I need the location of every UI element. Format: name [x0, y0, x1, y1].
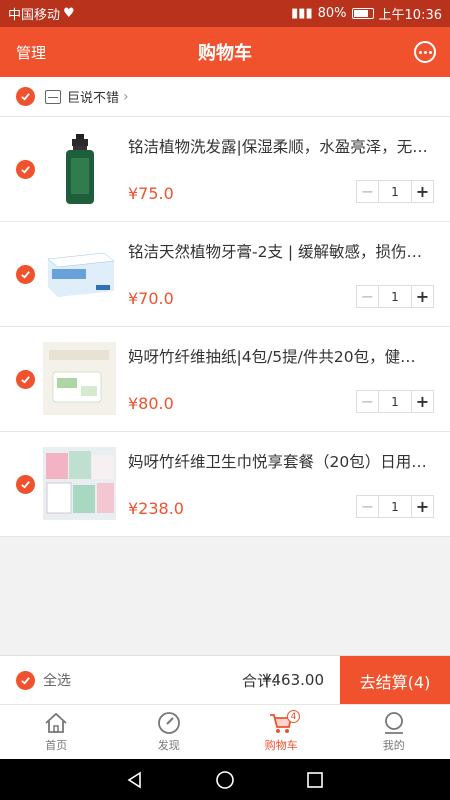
tab-discover[interactable]: 发现 — [113, 705, 226, 759]
decrease-button[interactable]: − — [357, 391, 379, 412]
total-amount: ¥463.00 — [261, 671, 324, 689]
page-title: 购物车 — [198, 43, 252, 64]
cart-item: 妈呀竹纤维卫生巾悦享套餐（20包）日用夜用 ¥238.0 − 1 + — [0, 432, 450, 537]
tab-home[interactable]: 首页 — [0, 705, 113, 759]
tab-label: 我的 — [382, 739, 405, 752]
item-name[interactable]: 铭洁天然植物牙膏-2支 | 缓解敏感，损伤修护 — [128, 240, 428, 262]
checkout-bar: 全选 合计: ¥463.00 去结算(4) — [0, 655, 450, 705]
battery-percent: 80% — [317, 6, 347, 21]
checkout-button[interactable]: 去结算(4) — [340, 656, 450, 705]
quantity-value[interactable]: 1 — [379, 500, 411, 514]
tab-profile[interactable]: 我的 — [338, 705, 450, 759]
carrier-label: 中国移动 — [8, 8, 61, 23]
heart-icon: ♥ — [63, 6, 75, 21]
shop-checkbox[interactable] — [16, 87, 35, 106]
signal-icon: ▮▮▮ — [291, 6, 313, 21]
item-checkbox[interactable] — [16, 475, 35, 494]
recents-icon[interactable] — [305, 770, 325, 790]
increase-button[interactable]: + — [411, 496, 433, 517]
shop-header[interactable]: 巨说不错 › — [0, 77, 450, 117]
system-nav-bar — [0, 759, 450, 800]
increase-button[interactable]: + — [411, 391, 433, 412]
product-image-sanitary-pads[interactable] — [43, 447, 116, 520]
product-image-shampoo[interactable] — [43, 132, 116, 205]
quantity-stepper: − 1 + — [356, 390, 434, 413]
cart-item: 铭洁天然植物牙膏-2支 | 缓解敏感，损伤修护 ¥70.0 − 1 + — [0, 222, 450, 327]
tab-cart[interactable]: 4 购物车 — [225, 705, 338, 759]
item-price: ¥238.0 — [128, 499, 184, 518]
quantity-stepper: − 1 + — [356, 285, 434, 308]
item-price: ¥75.0 — [128, 184, 174, 203]
cart-item: 妈呀竹纤维抽纸|4包/5提/件共20包，健康环保 ¥80.0 − 1 + — [0, 327, 450, 432]
quantity-value[interactable]: 1 — [379, 185, 411, 199]
compass-icon — [157, 712, 180, 734]
product-image-tissue[interactable] — [43, 342, 116, 415]
nav-bar: 管理 购物车 — [0, 27, 450, 77]
profile-icon — [384, 712, 403, 734]
quantity-stepper: − 1 + — [356, 495, 434, 518]
decrease-button[interactable]: − — [357, 286, 379, 307]
shop-name[interactable]: 巨说不错 — [67, 87, 119, 106]
clock: 上午10:36 — [378, 8, 442, 23]
quantity-stepper: − 1 + — [356, 180, 434, 203]
item-checkbox[interactable] — [16, 370, 35, 389]
battery-icon — [351, 8, 374, 19]
increase-button[interactable]: + — [411, 286, 433, 307]
shop-icon — [45, 89, 61, 104]
item-name[interactable]: 铭洁植物洗发露|保湿柔顺，水盈亮泽，无硅油配方 — [128, 135, 428, 157]
item-price: ¥70.0 — [128, 289, 174, 308]
decrease-button[interactable]: − — [357, 496, 379, 517]
home-icon — [45, 712, 67, 733]
quantity-value[interactable]: 1 — [379, 290, 411, 304]
tab-bar: 首页 发现 4 购物车 我的 — [0, 704, 450, 759]
back-icon[interactable] — [125, 770, 145, 790]
chevron-right-icon: › — [123, 88, 129, 105]
select-all-checkbox[interactable] — [16, 670, 35, 690]
item-name[interactable]: 妈呀竹纤维抽纸|4包/5提/件共20包，健康环保 — [128, 345, 428, 367]
product-image-toothpaste[interactable] — [43, 237, 116, 310]
increase-button[interactable]: + — [411, 181, 433, 202]
tab-label: 发现 — [157, 739, 180, 752]
tab-label: 购物车 — [264, 739, 298, 752]
home-circle-icon[interactable] — [215, 770, 235, 790]
tab-label: 首页 — [45, 739, 68, 752]
cart-item: 铭洁植物洗发露|保湿柔顺，水盈亮泽，无硅油配方 ¥75.0 − 1 + — [0, 117, 450, 222]
cart-badge: 4 — [287, 710, 300, 723]
item-name[interactable]: 妈呀竹纤维卫生巾悦享套餐（20包）日用夜用 — [128, 450, 428, 472]
item-price: ¥80.0 — [128, 394, 174, 413]
item-checkbox[interactable] — [16, 160, 35, 179]
manage-button[interactable]: 管理 — [16, 42, 46, 63]
item-checkbox[interactable] — [16, 265, 35, 284]
message-icon[interactable] — [414, 41, 436, 63]
cart-list: 巨说不错 › 铭洁植物洗发露|保湿柔顺，水盈亮泽，无硅油配方 ¥75.0 − 1… — [0, 77, 450, 537]
decrease-button[interactable]: − — [357, 181, 379, 202]
status-bar: 中国移动 ♥ ▮▮▮ 80% 上午10:36 — [0, 0, 450, 27]
select-all-label[interactable]: 全选 — [43, 670, 71, 690]
quantity-value[interactable]: 1 — [379, 395, 411, 409]
